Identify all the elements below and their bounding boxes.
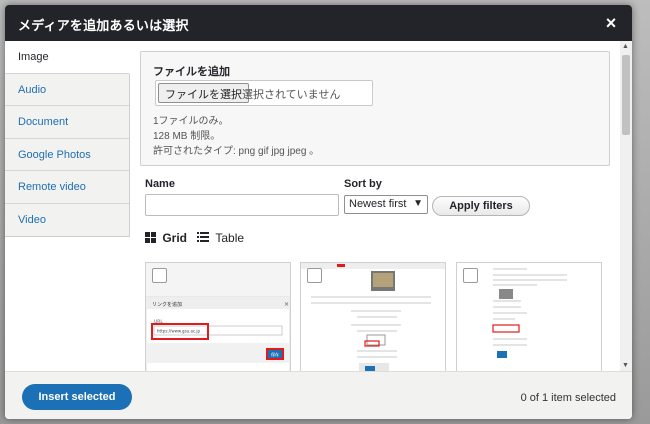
tab-document[interactable]: Document <box>5 106 129 139</box>
sort-select[interactable]: Newest first ▼ <box>344 195 428 214</box>
tab-audio[interactable]: Audio <box>5 74 129 107</box>
grid-view-label: Grid <box>162 231 188 245</box>
media-card[interactable] <box>456 262 602 371</box>
tab-google-photos[interactable]: Google Photos <box>5 139 129 172</box>
sort-label: Sort by <box>344 178 382 190</box>
select-checkbox[interactable] <box>307 268 322 283</box>
close-icon[interactable]: × <box>600 12 622 34</box>
upload-help-size: 128 MB 制限。 <box>153 131 221 142</box>
grid-icon <box>145 232 156 243</box>
name-filter-input[interactable] <box>145 194 339 216</box>
upload-help-types: 許可されたタイプ: png gif jpg jpeg 。 <box>153 146 320 157</box>
tab-remote-video[interactable]: Remote video <box>5 171 129 204</box>
dialog-footer: Insert selected 0 of 1 item selected <box>5 371 632 419</box>
scroll-down-icon[interactable]: ▼ <box>622 362 629 369</box>
upload-label: ファイルを追加 <box>153 66 230 78</box>
scrollbar-thumb[interactable] <box>622 55 630 135</box>
tab-video[interactable]: Video <box>5 204 129 237</box>
upload-help-count: 1ファイルのみ。 <box>153 116 229 127</box>
scroll-up-icon[interactable]: ▲ <box>622 43 629 50</box>
media-card[interactable] <box>300 262 446 371</box>
choose-file-button[interactable]: ファイルを選択 <box>158 83 249 103</box>
apply-filters-button[interactable]: Apply filters <box>432 196 530 216</box>
selection-count: 0 of 1 item selected <box>520 392 616 404</box>
dialog-titlebar: メディアを追加あるいは選択 × <box>5 5 632 41</box>
insert-selected-button[interactable]: Insert selected <box>22 384 132 410</box>
content-scrollbar[interactable]: ▲ ▼ <box>620 41 632 371</box>
filters-bar: Name Sort by Newest first ▼ Apply filter… <box>145 178 615 218</box>
tab-image[interactable]: Image <box>5 41 130 74</box>
table-view-link[interactable]: Table <box>197 231 244 245</box>
grid-view-link[interactable]: Grid <box>145 231 187 245</box>
thumb-dialog-title: リンクを追加 <box>152 301 182 308</box>
sort-value: Newest first <box>349 198 407 210</box>
select-checkbox[interactable] <box>152 268 167 283</box>
thumb-save-label: 保存 <box>271 351 279 357</box>
chevron-down-icon: ▼ <box>413 198 423 209</box>
upload-section: ファイルを追加 ファイルを選択 選択されていません 1ファイルのみ。 128 M… <box>140 51 610 166</box>
media-thumbnail: リンクを追加 × URL https://www.gsu.ac.jp 保存 <box>146 263 290 371</box>
svg-text:×: × <box>284 301 289 308</box>
media-card[interactable]: リンクを追加 × URL https://www.gsu.ac.jp 保存 <box>145 262 291 371</box>
dialog-content: ファイルを追加 ファイルを選択 選択されていません 1ファイルのみ。 128 M… <box>130 41 620 371</box>
media-thumbnail <box>301 263 445 371</box>
file-status: 選択されていません <box>242 89 341 101</box>
media-type-tabs: Image Audio Document Google Photos Remot… <box>5 41 130 237</box>
dialog-title: メディアを追加あるいは選択 <box>18 18 189 33</box>
file-input[interactable]: ファイルを選択 選択されていません <box>155 80 373 106</box>
media-grid: リンクを追加 × URL https://www.gsu.ac.jp 保存 <box>145 262 615 371</box>
media-dialog: メディアを追加あるいは選択 × Image Audio Document Goo… <box>5 5 632 419</box>
select-checkbox[interactable] <box>463 268 478 283</box>
thumb-url-value: https://www.gsu.ac.jp <box>157 329 201 334</box>
list-icon <box>197 232 209 243</box>
table-view-label: Table <box>215 231 245 245</box>
media-thumbnail <box>457 263 601 371</box>
name-filter-label: Name <box>145 178 175 190</box>
